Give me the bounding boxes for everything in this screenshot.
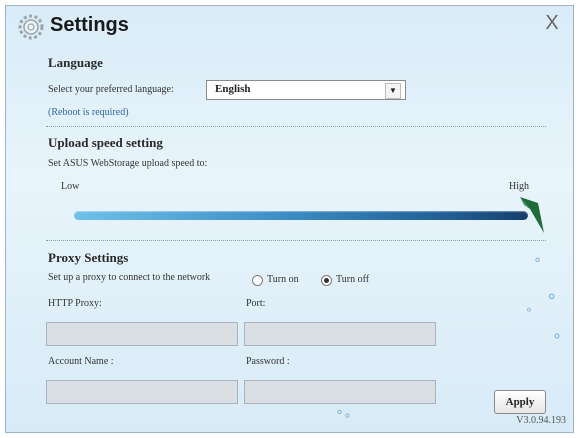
- password-label: Password :: [246, 356, 290, 367]
- account-name-input[interactable]: [46, 380, 238, 404]
- slider-high-label: High: [509, 181, 529, 192]
- close-icon[interactable]: X: [541, 12, 563, 34]
- turn-off-radio[interactable]: [321, 275, 332, 286]
- language-select[interactable]: English ▼: [206, 80, 406, 100]
- decorative-bubble-icon: ∘: [552, 326, 563, 345]
- slider-low-label: Low: [61, 181, 80, 192]
- divider: [46, 126, 546, 127]
- apply-button[interactable]: Apply: [494, 390, 546, 414]
- title-bar: Settings X: [6, 6, 573, 46]
- account-name-input-box[interactable]: [47, 381, 237, 403]
- account-name-label: Account Name :: [48, 356, 114, 367]
- chevron-down-icon[interactable]: ▼: [385, 83, 401, 99]
- decorative-bubble-icon: °: [534, 256, 541, 272]
- upload-speed-slider[interactable]: [74, 211, 528, 220]
- password-input-box[interactable]: [245, 381, 435, 403]
- port-label: Port:: [246, 298, 266, 309]
- slider-handle[interactable]: [516, 193, 546, 239]
- port-input-box[interactable]: [245, 323, 435, 345]
- turn-off-label[interactable]: Turn off: [336, 274, 369, 285]
- http-proxy-input-box[interactable]: [47, 323, 237, 345]
- divider: [46, 240, 546, 241]
- decorative-bubble-icon: °∘: [336, 408, 352, 424]
- settings-window: Settings X Language Select your preferre…: [5, 5, 574, 433]
- decorative-bubble-icon: ∘: [546, 286, 558, 307]
- language-select-value: English: [215, 83, 251, 95]
- decorative-bubble-icon: °: [526, 306, 532, 320]
- http-proxy-label: HTTP Proxy:: [48, 298, 102, 309]
- upload-prompt: Set ASUS WebStorage upload speed to:: [48, 158, 208, 169]
- version-label: V3.0.94.193: [516, 415, 566, 426]
- http-proxy-input[interactable]: [46, 322, 238, 346]
- proxy-prompt: Set up a proxy to connect to the network: [48, 272, 211, 283]
- window-title: Settings: [50, 14, 129, 36]
- turn-on-radio[interactable]: [252, 275, 263, 286]
- proxy-section-title: Proxy Settings: [48, 250, 129, 265]
- language-section-title: Language: [48, 55, 103, 70]
- password-input[interactable]: [244, 380, 436, 404]
- reboot-note: (Reboot is required): [48, 107, 129, 118]
- upload-section-title: Upload speed setting: [48, 135, 163, 150]
- turn-on-label[interactable]: Turn on: [267, 274, 299, 285]
- port-input[interactable]: [244, 322, 436, 346]
- gear-icon: [18, 14, 44, 40]
- language-prompt: Select your preferred language:: [48, 84, 174, 95]
